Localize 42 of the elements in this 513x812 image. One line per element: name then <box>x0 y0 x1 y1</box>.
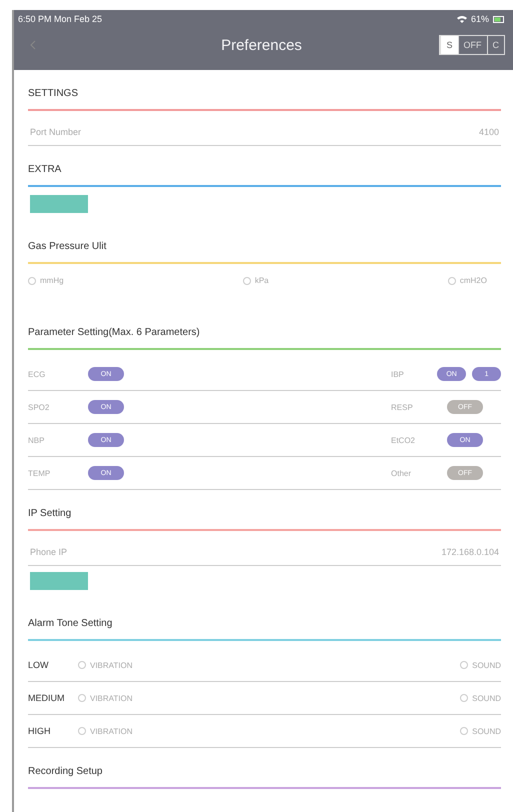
window-title: Preferences <box>221 36 302 54</box>
radio-option[interactable]: kPa <box>242 276 269 285</box>
action-button[interactable] <box>30 572 88 590</box>
alarm-level-label: LOW <box>28 660 50 670</box>
battery-level: 61% <box>470 14 489 24</box>
section-title: SETTINGS <box>28 87 80 101</box>
alarm-level-label: HIGH <box>28 726 52 736</box>
parameter-label: TEMP <box>28 468 52 478</box>
parameter-label: SPO2 <box>28 402 50 412</box>
action-button[interactable] <box>30 195 88 213</box>
parameter-label: Other <box>391 468 412 478</box>
status-time: 6:50 PM Mon Feb 25 <box>18 14 102 24</box>
parameter-label: IBP <box>391 370 405 378</box>
section-title: EXTRA <box>28 163 62 177</box>
radio-option[interactable]: SOUND <box>460 726 501 736</box>
field-value: 4100 <box>478 127 499 137</box>
radio-option[interactable]: VIBRATION <box>78 694 133 702</box>
battery-icon <box>493 16 505 22</box>
parameter-label: NBP <box>28 436 46 444</box>
section-title: IP Setting <box>28 507 72 521</box>
segment-tab[interactable]: S <box>440 36 458 54</box>
radio-option[interactable]: SOUND <box>460 660 501 670</box>
section-title: Parameter Setting(Max. 6 Parameters) <box>28 326 201 340</box>
parameter-label: EtCO2 <box>391 436 416 444</box>
radio-option[interactable]: VIBRATION <box>78 726 133 736</box>
segment-tab[interactable]: OFF <box>458 36 486 54</box>
field-label: Port Number <box>30 127 82 137</box>
parameter-label: RESP <box>391 402 414 412</box>
wifi-icon <box>456 15 467 23</box>
section-title: Alarm Tone Setting <box>28 617 114 631</box>
radio-option[interactable]: cmH2O <box>448 276 487 285</box>
section-title: Recording Setup <box>28 765 104 779</box>
radio-option[interactable]: SOUND <box>460 694 501 702</box>
radio-option[interactable]: VIBRATION <box>78 660 133 670</box>
section-title: Gas Pressure Ulit <box>28 240 108 254</box>
segment-tab[interactable]: C <box>486 36 504 54</box>
back-chevron-icon[interactable] <box>30 40 36 50</box>
field-value: 172.168.0.104 <box>441 547 499 557</box>
parameter-label: ECG <box>28 370 46 378</box>
field-label: Phone IP <box>30 547 68 557</box>
alarm-level-label: MEDIUM <box>28 693 66 703</box>
radio-option[interactable]: mmHg <box>28 276 64 285</box>
